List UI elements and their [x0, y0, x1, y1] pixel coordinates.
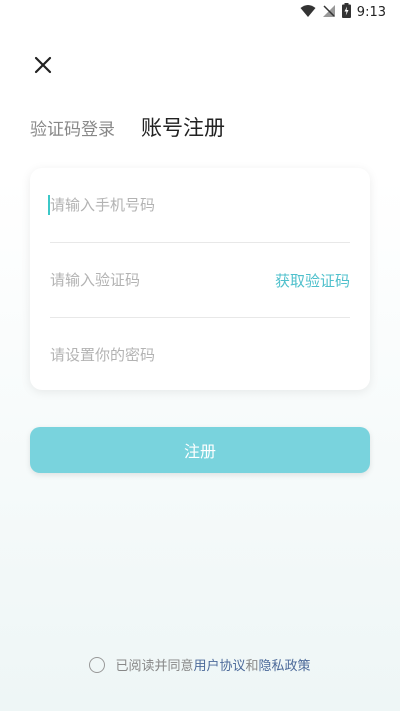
code-field-row: 获取验证码 [50, 243, 350, 318]
agreement-and: 和 [245, 659, 259, 674]
password-field-row [50, 318, 350, 392]
register-form-card: 获取验证码 [30, 168, 370, 390]
verification-code-input[interactable] [50, 271, 275, 289]
status-bar: 9:13 [0, 0, 400, 24]
privacy-policy-link[interactable]: 隐私政策 [259, 655, 311, 674]
close-button[interactable] [30, 52, 56, 78]
auth-tabs: 验证码登录 账号注册 [30, 112, 225, 142]
tab-sms-login[interactable]: 验证码登录 [30, 115, 115, 140]
no-signal-icon [322, 3, 336, 22]
battery-charging-icon [341, 3, 351, 22]
status-icons: 9:13 [300, 3, 386, 22]
agreement-row: 已阅读并同意 用户协议 和 隐私政策 [0, 655, 400, 674]
get-code-button[interactable]: 获取验证码 [275, 270, 350, 291]
agreement-prefix: 已阅读并同意 [115, 659, 194, 674]
status-time: 9:13 [356, 5, 386, 20]
close-icon [34, 56, 52, 74]
user-agreement-link[interactable]: 用户协议 [193, 655, 245, 674]
phone-field-row [48, 168, 350, 243]
password-input[interactable] [50, 346, 350, 364]
agree-radio[interactable] [89, 656, 106, 673]
phone-input[interactable] [50, 196, 350, 214]
wifi-icon [300, 3, 316, 22]
register-button[interactable]: 注册 [30, 427, 370, 473]
tab-account-register[interactable]: 账号注册 [141, 112, 225, 142]
